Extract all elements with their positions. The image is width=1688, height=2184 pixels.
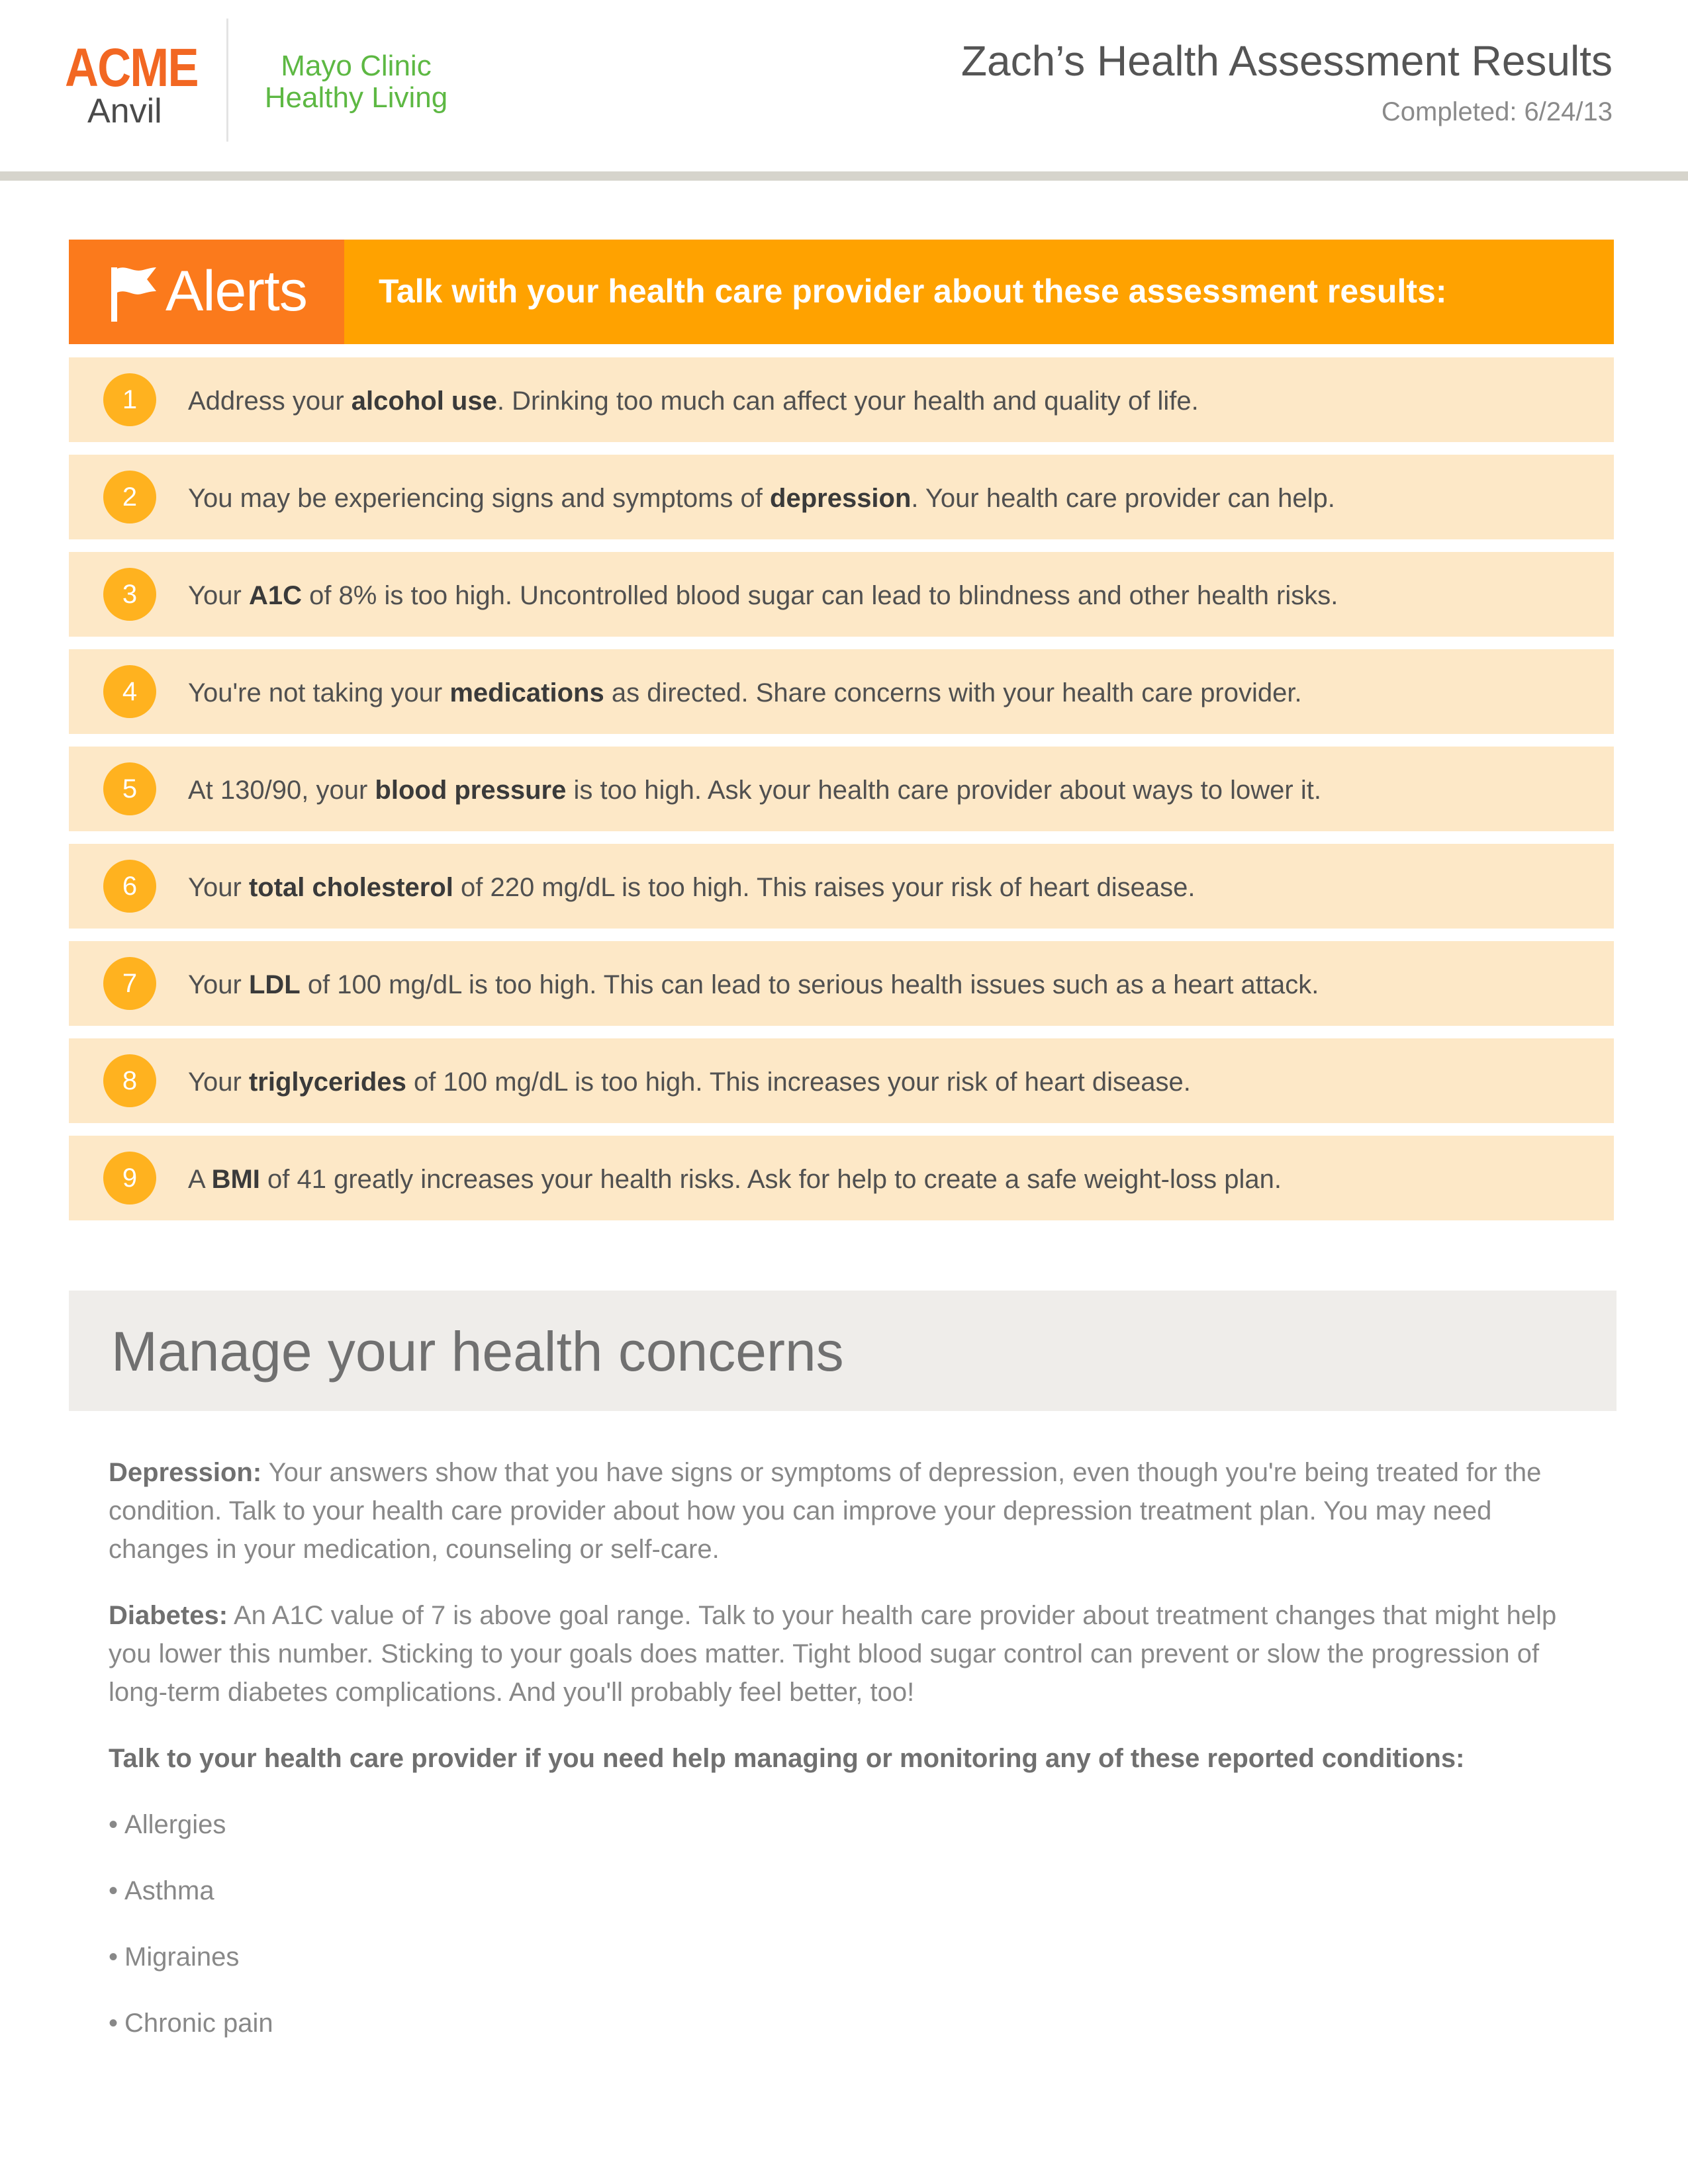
alert-text: Your A1C of 8% is too high. Uncontrolled… — [188, 580, 1338, 612]
alert-item: 1 Address your alcohol use. Drinking too … — [69, 357, 1614, 442]
alert-text-pre: Address your — [188, 387, 352, 416]
alert-number-badge: 5 — [103, 762, 156, 815]
alert-keyword: total cholesterol — [248, 873, 453, 902]
alert-item: 5 At 130/90, your blood pressure is too h… — [69, 747, 1614, 831]
alert-text-pre: Your — [188, 1068, 249, 1097]
alert-text: You may be experiencing signs and sympto… — [188, 482, 1335, 514]
alerts-heading: Alerts — [165, 259, 308, 323]
logo-divider — [226, 19, 228, 142]
alert-number-badge: 6 — [103, 860, 156, 913]
alert-keyword: depression — [770, 484, 912, 513]
alert-item: 4 You're not taking your medications as d… — [69, 649, 1614, 734]
alert-text-post: as directed. Share concerns with your he… — [604, 678, 1302, 707]
diabetes-label: Diabetes: — [109, 1601, 228, 1630]
alert-text-pre: At 130/90, your — [188, 776, 375, 805]
alert-text-pre: You're not taking your — [188, 678, 450, 707]
alert-text: Your total cholesterol of 220 mg/dL is t… — [188, 872, 1195, 903]
alert-text-pre: Your — [188, 873, 249, 902]
acme-logo: ACME — [65, 38, 199, 98]
alert-keyword: triglycerides — [248, 1068, 406, 1097]
alert-text-pre: Your — [188, 970, 249, 999]
alert-text: At 130/90, your blood pressure is too hi… — [188, 774, 1321, 806]
alert-item: 7 Your LDL of 100 mg/dL is too high. This… — [69, 941, 1614, 1026]
alert-number-badge: 1 — [103, 373, 156, 426]
alert-keyword: LDL — [248, 970, 301, 999]
diabetes-text: An A1C value of 7 is above goal range. T… — [109, 1601, 1557, 1707]
alert-text: Your LDL of 100 mg/dL is too high. This … — [188, 969, 1319, 1001]
alert-keyword: BMI — [211, 1165, 260, 1194]
flag-icon — [110, 265, 158, 323]
alert-number-badge: 4 — [103, 665, 156, 718]
conditions-list: Allergies Asthma Migraines Chronic pain — [109, 1805, 1585, 2042]
alert-text-post: . Drinking too much can affect your heal… — [496, 387, 1199, 416]
alert-keyword: blood pressure — [375, 776, 567, 805]
alert-text: You're not taking your medications as di… — [188, 677, 1302, 709]
alert-text-post: of 100 mg/dL is too high. This increases… — [406, 1068, 1191, 1097]
alert-text-post: of 41 greatly increases your health risk… — [259, 1165, 1282, 1194]
condition-list-item: Asthma — [109, 1872, 1585, 1910]
alert-item: 3 Your A1C of 8% is too high. Uncontrolle… — [69, 552, 1614, 637]
alert-text: A BMI of 41 greatly increases your healt… — [188, 1163, 1282, 1195]
depression-paragraph: Depression: Your answers show that you h… — [109, 1453, 1585, 1569]
alert-item: 2 You may be experiencing signs and sympt… — [69, 455, 1614, 539]
partner-line-2: Healthy Living — [264, 81, 448, 114]
condition-list-item: Chronic pain — [109, 2004, 1585, 2042]
alert-text-pre: A — [188, 1165, 212, 1194]
alert-number-badge: 2 — [103, 471, 156, 523]
diabetes-paragraph: Diabetes: An A1C value of 7 is above goa… — [109, 1596, 1585, 1711]
alert-item: 9 A BMI of 41 greatly increases your heal… — [69, 1136, 1614, 1220]
conditions-heading: Talk to your health care provider if you… — [109, 1744, 1465, 1773]
section-title: Manage your health concerns — [111, 1320, 844, 1383]
alert-keyword: alcohol use — [351, 387, 497, 416]
depression-label: Depression: — [109, 1458, 262, 1487]
anvil-logo-text: Anvil — [87, 92, 162, 130]
alert-list: 1 Address your alcohol use. Drinking too … — [69, 357, 1614, 1233]
alert-number-badge: 9 — [103, 1152, 156, 1205]
alert-text-pre: Your — [188, 581, 249, 610]
alert-item: 8 Your triglycerides of 100 mg/dL is too … — [69, 1038, 1614, 1123]
alert-keyword: medications — [449, 678, 604, 707]
alerts-banner: Alerts Talk with your health care provid… — [69, 240, 1614, 344]
partner-logo: Mayo Clinic Healthy Living — [257, 50, 455, 114]
alert-item: 6 Your total cholesterol of 220 mg/dL is … — [69, 844, 1614, 929]
page-title: Zach’s Health Assessment Results — [961, 37, 1613, 85]
partner-line-1: Mayo Clinic — [281, 50, 432, 82]
alerts-tab: Alerts — [69, 240, 344, 344]
alert-text: Your triglycerides of 100 mg/dL is too h… — [188, 1066, 1191, 1098]
alert-text-post: of 100 mg/dL is too high. This can lead … — [300, 970, 1319, 999]
alert-text-post: of 220 mg/dL is too high. This raises yo… — [453, 873, 1196, 902]
alert-text: Address your alcohol use. Drinking too m… — [188, 385, 1199, 417]
alert-number-badge: 7 — [103, 957, 156, 1010]
page-header: ACME Anvil Mayo Clinic Healthy Living Za… — [0, 0, 1688, 173]
alert-text-post: . Your health care provider can help. — [911, 484, 1335, 513]
alert-number-badge: 3 — [103, 568, 156, 621]
completed-date: Completed: 6/24/13 — [1381, 97, 1613, 126]
alert-number-badge: 8 — [103, 1054, 156, 1107]
alerts-subtitle: Talk with your health care provider abou… — [379, 273, 1447, 310]
depression-text: Your answers show that you have signs or… — [109, 1458, 1542, 1564]
manage-section-body: Depression: Your answers show that you h… — [109, 1453, 1585, 2070]
alert-text-pre: You may be experiencing signs and sympto… — [188, 484, 771, 513]
alert-text-post: is too high. Ask your health care provid… — [566, 776, 1321, 805]
header-divider — [0, 171, 1688, 181]
alert-keyword: A1C — [248, 581, 302, 610]
manage-section-header: Manage your health concerns — [69, 1291, 1617, 1411]
condition-list-item: Migraines — [109, 1938, 1585, 1976]
alert-text-post: of 8% is too high. Uncontrolled blood su… — [301, 581, 1338, 610]
condition-list-item: Allergies — [109, 1805, 1585, 1844]
